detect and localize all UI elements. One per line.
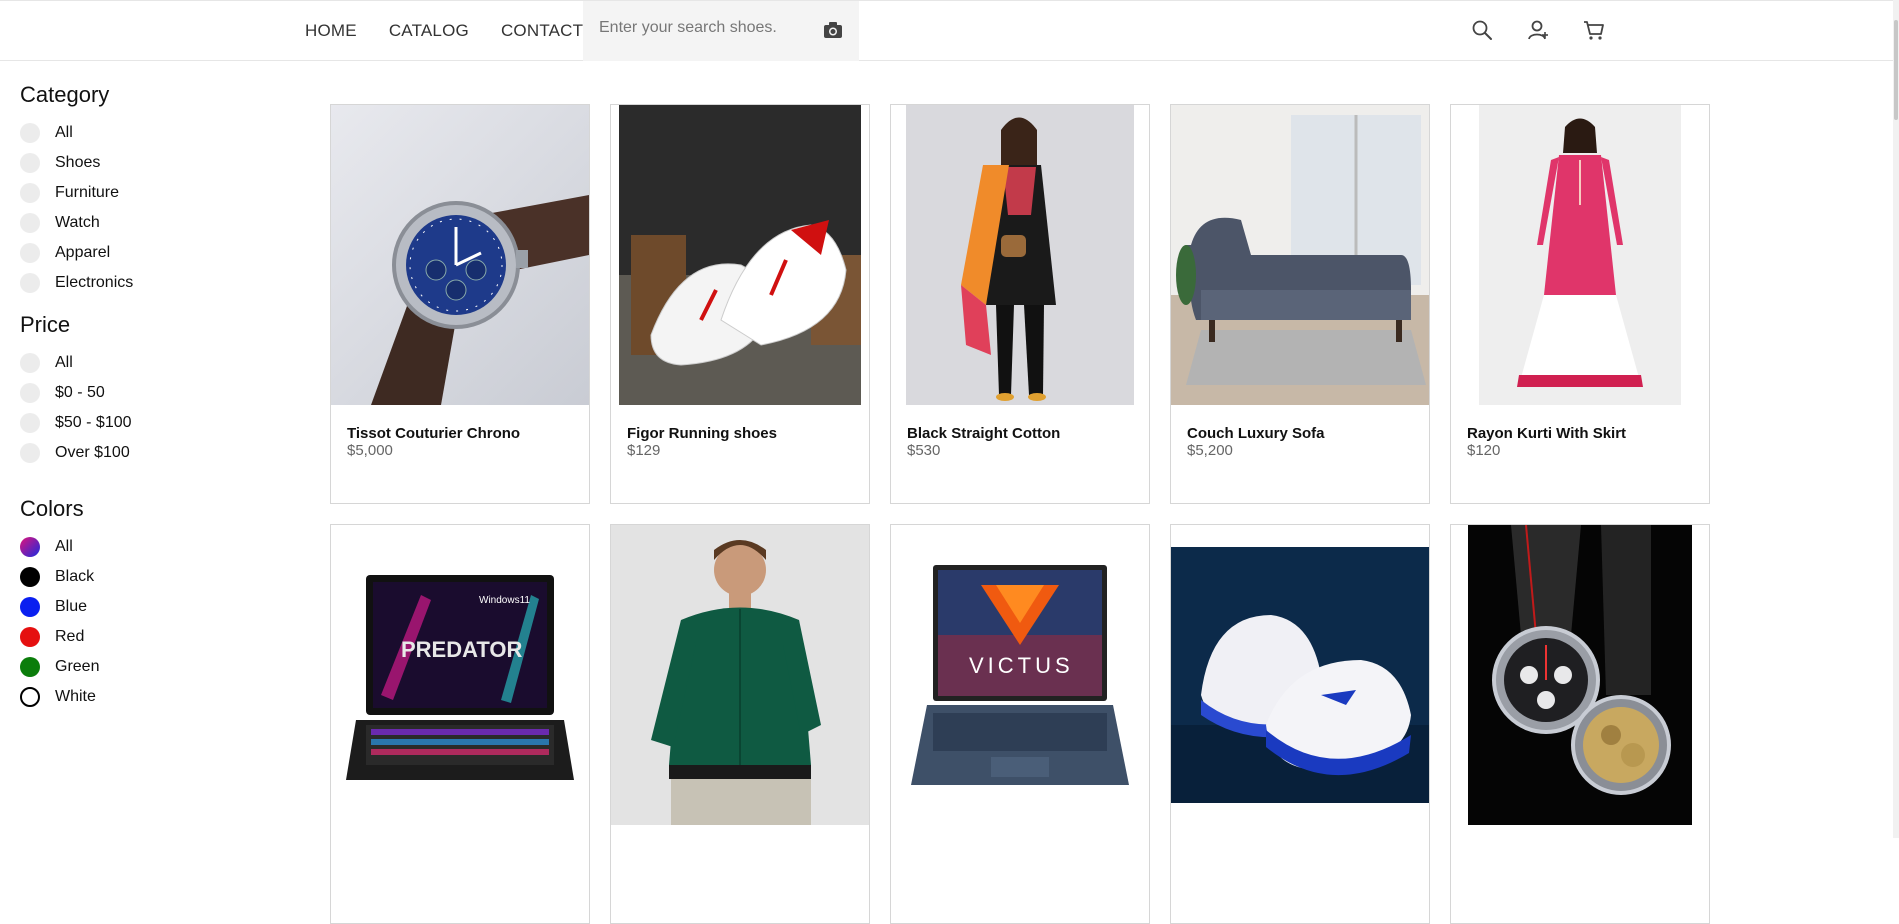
- price-option-0-50[interactable]: $0 - 50: [20, 378, 260, 408]
- product-card[interactable]: Black Straight Cotton $530: [890, 104, 1150, 504]
- top-header: HOME CATALOG CONTACT: [0, 0, 1899, 61]
- price-option-50-100[interactable]: $50 - $100: [20, 408, 260, 438]
- radio-button[interactable]: [20, 243, 40, 263]
- nav-contact[interactable]: CONTACT: [501, 21, 583, 41]
- nav-home[interactable]: HOME: [305, 21, 357, 41]
- radio-button[interactable]: [20, 443, 40, 463]
- user-icon[interactable]: [1526, 18, 1550, 42]
- color-option-green[interactable]: Green: [20, 652, 260, 682]
- product-price: $5,000: [347, 442, 393, 459]
- color-option-all[interactable]: All: [20, 532, 260, 562]
- color-swatch-blue[interactable]: [20, 597, 40, 617]
- category-option-furniture[interactable]: Furniture: [20, 178, 260, 208]
- product-card[interactable]: Rayon Kurti With Skirt $120: [1450, 104, 1710, 504]
- product-image-laptop[interactable]: VICTUS: [891, 525, 1149, 825]
- laptop-screen-brand-text: VICTUS: [969, 653, 1074, 678]
- color-option-white[interactable]: White: [20, 682, 260, 712]
- color-swatch-white[interactable]: [20, 687, 40, 707]
- radio-button[interactable]: [20, 213, 40, 233]
- page-scrollbar[interactable]: [1893, 0, 1899, 838]
- product-image-shoes[interactable]: [611, 105, 869, 405]
- product-price: $530: [907, 442, 941, 459]
- product-image-laptop[interactable]: Windows11 PREDATOR: [331, 525, 589, 825]
- product-image-watch[interactable]: [1451, 525, 1709, 825]
- radio-button[interactable]: [20, 123, 40, 143]
- color-swatch-all[interactable]: [20, 537, 40, 557]
- product-name[interactable]: Figor Running shoes: [627, 425, 777, 442]
- search-input[interactable]: [599, 19, 799, 37]
- cart-icon[interactable]: [1582, 18, 1606, 42]
- product-price: $5,200: [1187, 442, 1233, 459]
- product-image-apparel[interactable]: [891, 105, 1149, 405]
- product-image-sneakers[interactable]: [1171, 525, 1429, 825]
- radio-button[interactable]: [20, 183, 40, 203]
- nav-catalog[interactable]: CATALOG: [389, 21, 469, 41]
- filter-sidebar: Category All Shoes Furniture Watch Appar…: [20, 82, 260, 712]
- color-swatch-green[interactable]: [20, 657, 40, 677]
- category-option-watch[interactable]: Watch: [20, 208, 260, 238]
- radio-button[interactable]: [20, 383, 40, 403]
- product-image-watch[interactable]: [331, 105, 589, 405]
- product-card[interactable]: Windows11 PREDATOR: [330, 524, 590, 924]
- category-option-shoes[interactable]: Shoes: [20, 148, 260, 178]
- product-card[interactable]: Couch Luxury Sofa $5,200: [1170, 104, 1430, 504]
- category-option-apparel[interactable]: Apparel: [20, 238, 260, 268]
- product-grid: Tissot Couturier Chrono $5,000 Figor Run…: [330, 104, 1710, 924]
- colors-title: Colors: [20, 496, 84, 521]
- color-option-black[interactable]: Black: [20, 562, 260, 592]
- laptop-screen-brand-text: PREDATOR: [401, 637, 523, 662]
- product-image-shirt[interactable]: [611, 525, 869, 825]
- color-swatch-black[interactable]: [20, 567, 40, 587]
- radio-button[interactable]: [20, 413, 40, 433]
- product-name[interactable]: Black Straight Cotton: [907, 425, 1060, 442]
- product-card[interactable]: [1170, 524, 1430, 924]
- product-name[interactable]: Couch Luxury Sofa: [1187, 425, 1325, 442]
- product-card[interactable]: [1450, 524, 1710, 924]
- price-option-over-100[interactable]: Over $100: [20, 438, 260, 468]
- product-name[interactable]: Tissot Couturier Chrono: [347, 425, 520, 442]
- header-actions: [1470, 18, 1606, 42]
- search-icon[interactable]: [1470, 18, 1494, 42]
- radio-button[interactable]: [20, 153, 40, 173]
- color-swatch-red[interactable]: [20, 627, 40, 647]
- category-option-electronics[interactable]: Electronics: [20, 268, 260, 298]
- scrollbar-thumb[interactable]: [1894, 20, 1898, 120]
- product-price: $129: [627, 442, 661, 459]
- product-image-sofa[interactable]: [1171, 105, 1429, 405]
- product-card[interactable]: VICTUS: [890, 524, 1150, 924]
- category-option-all[interactable]: All: [20, 118, 260, 148]
- product-price: $120: [1467, 442, 1501, 459]
- price-title: Price: [20, 312, 71, 337]
- main-nav: HOME CATALOG CONTACT: [305, 21, 583, 41]
- radio-button[interactable]: [20, 353, 40, 373]
- product-image-kurti[interactable]: [1451, 105, 1709, 405]
- color-option-red[interactable]: Red: [20, 622, 260, 652]
- radio-button[interactable]: [20, 273, 40, 293]
- search-box: [583, 1, 859, 61]
- product-card[interactable]: [610, 524, 870, 924]
- price-option-all[interactable]: All: [20, 348, 260, 378]
- product-card[interactable]: Figor Running shoes $129: [610, 104, 870, 504]
- product-name[interactable]: Rayon Kurti With Skirt: [1467, 425, 1626, 442]
- color-option-blue[interactable]: Blue: [20, 592, 260, 622]
- camera-icon[interactable]: [822, 20, 844, 40]
- category-title: Category: [20, 82, 110, 107]
- product-card[interactable]: Tissot Couturier Chrono $5,000: [330, 104, 590, 504]
- laptop-screen-windows-text: Windows11: [479, 595, 530, 606]
